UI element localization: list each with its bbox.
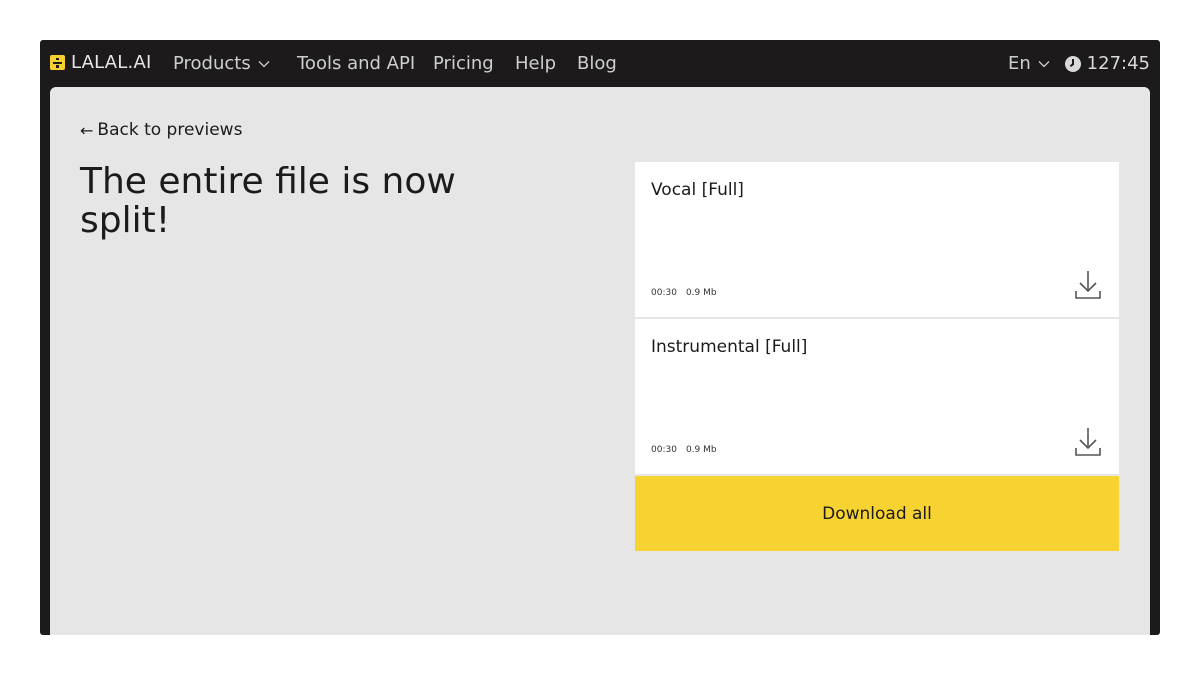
chevron-down-icon bbox=[1038, 60, 1050, 67]
nav-products-label: Products bbox=[173, 53, 251, 74]
logo[interactable]: LALAL.AI bbox=[50, 52, 151, 73]
logo-divide-icon bbox=[50, 55, 65, 70]
track-size: 0.9 Mb bbox=[685, 445, 717, 455]
track-duration: 00:30 bbox=[651, 288, 677, 298]
track-card-instrumental: Instrumental [Full] 00:30 0.9 Mb bbox=[635, 319, 1119, 474]
track-title: Vocal [Full] bbox=[651, 180, 744, 200]
track-meta: 00:30 0.9 Mb bbox=[651, 445, 717, 455]
language-label: En bbox=[1008, 53, 1031, 74]
nav-tools-and-api[interactable]: Tools and API bbox=[297, 53, 415, 74]
app-frame: LALAL.AI Products Tools and API Pricing … bbox=[40, 40, 1160, 635]
arrow-left-icon: ← bbox=[80, 120, 94, 140]
track-size: 0.9 Mb bbox=[685, 288, 717, 298]
page-title: The entire file is now split! bbox=[80, 161, 456, 241]
track-meta: 00:30 0.9 Mb bbox=[651, 288, 717, 298]
track-duration: 00:30 bbox=[651, 445, 677, 455]
nav-pricing[interactable]: Pricing bbox=[433, 53, 494, 74]
back-label: Back to previews bbox=[97, 120, 243, 140]
download-icon[interactable] bbox=[1075, 270, 1101, 300]
language-selector[interactable]: En bbox=[1008, 53, 1050, 74]
track-card-vocal: Vocal [Full] 00:30 0.9 Mb bbox=[635, 162, 1119, 317]
back-to-previews-link[interactable]: ← Back to previews bbox=[80, 120, 242, 140]
top-navbar: LALAL.AI Products Tools and API Pricing … bbox=[40, 40, 1160, 87]
download-icon[interactable] bbox=[1075, 427, 1101, 457]
logo-text: LALAL.AI bbox=[71, 52, 152, 73]
minutes-balance[interactable]: 127:45 bbox=[1064, 53, 1150, 74]
nav-products[interactable]: Products bbox=[173, 53, 270, 74]
nav-blog[interactable]: Blog bbox=[577, 53, 617, 74]
clock-icon bbox=[1064, 55, 1081, 72]
main-content: ← Back to previews The entire file is no… bbox=[50, 87, 1150, 635]
track-title: Instrumental [Full] bbox=[651, 337, 808, 357]
balance-value: 127:45 bbox=[1086, 53, 1150, 74]
nav-help[interactable]: Help bbox=[515, 53, 556, 74]
download-all-button[interactable]: Download all bbox=[635, 476, 1119, 551]
chevron-down-icon bbox=[258, 60, 270, 67]
